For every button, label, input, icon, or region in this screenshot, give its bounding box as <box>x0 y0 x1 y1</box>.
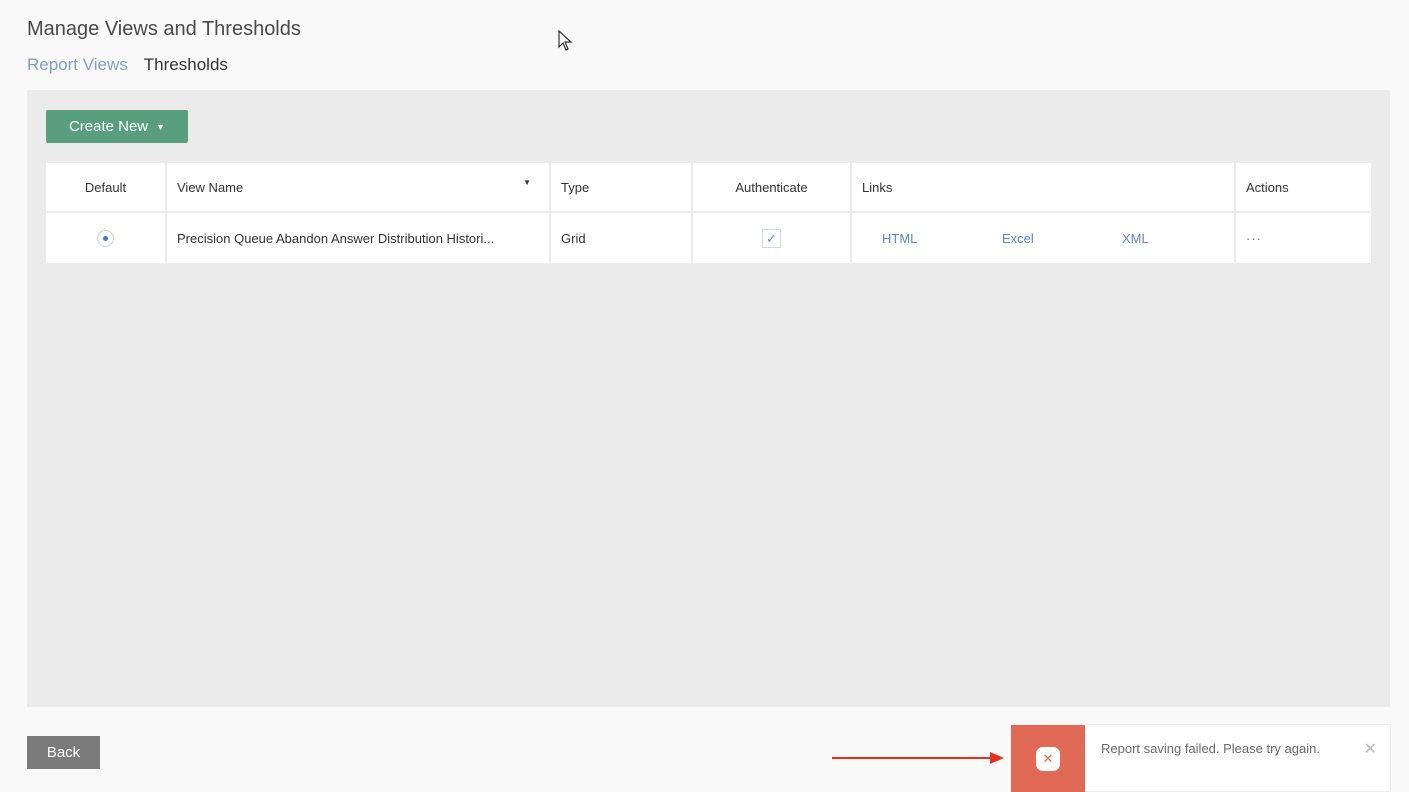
page: Manage Views and Thresholds Report Views… <box>0 0 1409 792</box>
create-new-button[interactable]: Create New ▼ <box>46 110 188 143</box>
views-table: Default View Name ▼ Type Authenticate Li… <box>46 163 1371 263</box>
link-xml[interactable]: XML <box>1102 231 1222 246</box>
link-html[interactable]: HTML <box>862 231 982 246</box>
tab-report-views[interactable]: Report Views <box>27 55 128 75</box>
table-row: Precision Queue Abandon Answer Distribut… <box>46 213 1371 263</box>
sort-caret-icon[interactable]: ▼ <box>523 178 531 187</box>
column-authenticate: Authenticate <box>693 163 852 213</box>
column-type: Type <box>551 163 693 213</box>
more-actions-icon[interactable]: ··· <box>1246 231 1262 246</box>
view-name-cell: Precision Queue Abandon Answer Distribut… <box>167 213 551 263</box>
back-button[interactable]: Back <box>27 736 100 769</box>
default-radio[interactable] <box>97 229 114 247</box>
views-panel: Create New ▼ Default View Name ▼ Type Au… <box>27 90 1390 707</box>
page-title: Manage Views and Thresholds <box>27 18 301 40</box>
mouse-pointer-icon <box>558 30 573 51</box>
column-view-name-label: View Name <box>177 179 244 195</box>
authenticate-checkbox[interactable]: ✓ <box>762 228 781 248</box>
create-new-label: Create New <box>68 118 149 135</box>
error-icon: ✕ <box>1036 747 1060 771</box>
column-actions: Actions <box>1236 163 1371 213</box>
toast-icon-block: ✕ <box>1011 725 1085 792</box>
type-cell: Grid <box>551 213 693 263</box>
tab-bar: Report Views Thresholds <box>27 55 228 75</box>
red-arrow-icon <box>832 752 1004 764</box>
tab-thresholds[interactable]: Thresholds <box>144 55 228 75</box>
actions-cell: ··· <box>1236 213 1371 263</box>
column-default: Default <box>46 163 167 213</box>
link-excel[interactable]: Excel <box>982 231 1102 246</box>
close-icon[interactable]: ✕ <box>1364 739 1377 759</box>
column-view-name[interactable]: View Name ▼ <box>167 163 551 213</box>
table-header-row: Default View Name ▼ Type Authenticate Li… <box>46 163 1371 213</box>
authenticate-cell: ✓ <box>693 213 852 263</box>
toast-message: Report saving failed. Please try again. <box>1101 741 1320 756</box>
default-cell <box>46 213 167 263</box>
links-cell: HTML Excel XML <box>852 213 1236 263</box>
caret-down-icon: ▼ <box>156 121 166 132</box>
column-links: Links <box>852 163 1236 213</box>
error-toast: ✕ Report saving failed. Please try again… <box>1010 724 1391 792</box>
